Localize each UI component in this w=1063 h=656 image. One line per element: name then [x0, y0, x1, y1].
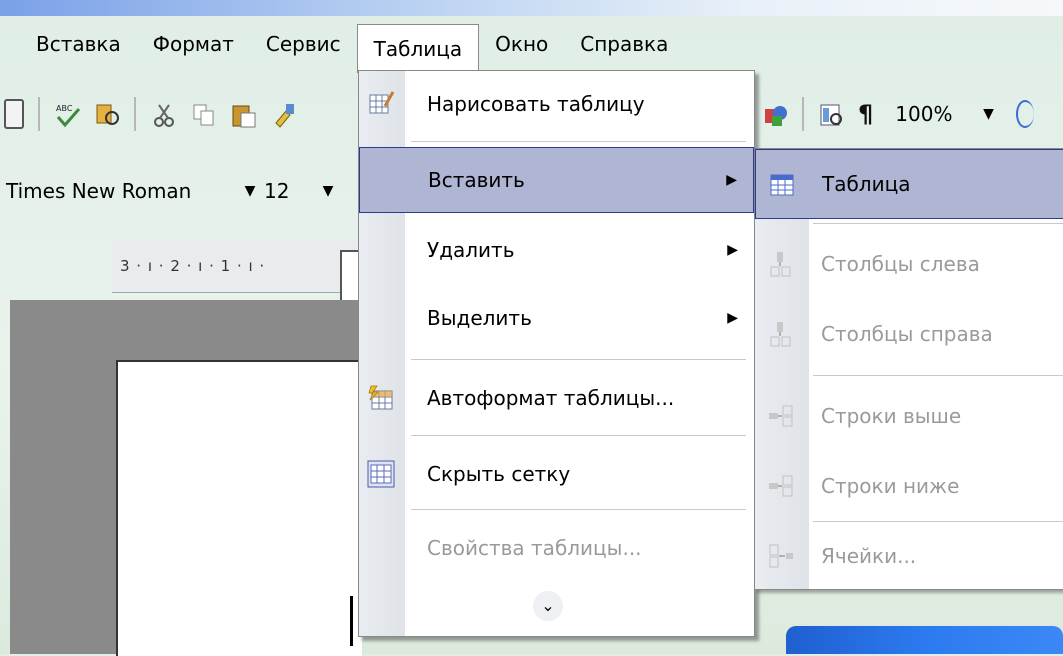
menu-item-table-properties[interactable]: Свойства таблицы...	[359, 515, 754, 581]
zoom-dropdown-icon[interactable]: ▼	[974, 106, 1002, 122]
menu-format[interactable]: Формат	[137, 20, 250, 68]
columns-left-icon	[770, 252, 791, 277]
menu-item-label: Выделить	[427, 306, 532, 330]
submenu-item-label: Таблица	[822, 172, 911, 196]
font-size-dropdown-icon[interactable]: ▼	[314, 183, 342, 199]
menu-separator	[813, 375, 1063, 376]
menu-bar: Вставка Формат Сервис Таблица Окно Справ…	[0, 16, 760, 73]
menu-tools[interactable]: Сервис	[250, 20, 357, 68]
research-icon[interactable]	[94, 101, 120, 127]
font-name-box[interactable]: Times New Roman	[0, 179, 236, 203]
submenu-arrow-icon: ▶	[727, 310, 738, 326]
help-icon[interactable]	[1016, 100, 1035, 128]
font-name-dropdown-icon[interactable]: ▼	[236, 183, 264, 199]
menu-item-label: Скрыть сетку	[427, 462, 571, 486]
autoformat-table-icon	[368, 385, 393, 410]
font-name-value: Times New Roman	[6, 179, 192, 203]
menu-insert[interactable]: Вставка	[20, 20, 137, 68]
format-painter-icon[interactable]	[270, 101, 296, 128]
menu-separator	[411, 509, 746, 510]
standard-toolbar-right: ¶ 100% ▼	[762, 82, 1063, 146]
drawing-icon[interactable]	[762, 101, 788, 127]
menu-item-draw-table[interactable]: Нарисовать таблицу	[359, 71, 754, 137]
menu-table-label: Таблица	[373, 36, 463, 61]
cells-icon	[769, 544, 793, 568]
zoom-select[interactable]: 100%	[887, 98, 960, 130]
spelling-icon[interactable]: ABC	[54, 101, 81, 128]
toolbar-separator	[802, 97, 804, 131]
menu-separator	[411, 435, 746, 436]
menu-window[interactable]: Окно	[479, 20, 564, 68]
ruler-scale: 3 · ı · 2 · ı · 1 · ı ·	[120, 257, 266, 275]
formatting-toolbar: Times New Roman ▼ 12 ▼	[0, 156, 360, 226]
window-top-strip	[0, 0, 1063, 16]
expand-menu-icon[interactable]: ⌄	[533, 591, 563, 621]
menu-item-label: Автоформат таблицы...	[427, 386, 675, 410]
document-page[interactable]	[116, 360, 362, 656]
print-preview-icon[interactable]	[4, 99, 24, 129]
submenu-item-columns-right[interactable]: Столбцы справа	[755, 299, 1063, 369]
menu-tools-label: Сервис	[265, 32, 341, 56]
submenu-arrow-icon: ▶	[726, 172, 737, 188]
menu-item-insert[interactable]: Вставить ▶	[359, 147, 754, 213]
menu-item-hide-gridlines[interactable]: Скрыть сетку	[359, 441, 754, 507]
menu-item-autoformat[interactable]: Автоформат таблицы...	[359, 365, 754, 431]
font-size-value: 12	[264, 179, 290, 203]
copy-icon[interactable]	[190, 101, 216, 127]
toolbar-separator	[134, 97, 136, 131]
insert-table-icon	[770, 174, 794, 196]
submenu-item-cells[interactable]: Ячейки...	[755, 521, 1063, 591]
submenu-item-columns-left[interactable]: Столбцы слева	[755, 229, 1063, 299]
font-size-box[interactable]: 12	[264, 179, 314, 203]
submenu-item-label: Строки ниже	[821, 474, 960, 498]
document-map-icon[interactable]	[818, 101, 844, 127]
menu-item-label: Вставить	[428, 168, 525, 192]
menu-separator	[813, 223, 1063, 224]
submenu-item-label: Ячейки...	[821, 544, 917, 568]
draw-table-icon	[369, 91, 395, 114]
insert-submenu: Таблица Столбцы слева Столбцы справа Стр…	[754, 148, 1063, 590]
cut-icon[interactable]	[150, 101, 176, 127]
submenu-item-table[interactable]: Таблица	[755, 149, 1063, 219]
menu-item-label: Удалить	[427, 238, 515, 262]
toolbar-separator	[38, 97, 40, 131]
rows-below-icon	[769, 475, 793, 497]
expand-glyph: ⌄	[541, 596, 555, 615]
horizontal-ruler[interactable]: 3 · ı · 2 · ı · 1 · ı ·	[112, 240, 368, 293]
menu-help-label: Справка	[580, 32, 669, 56]
menu-format-label: Формат	[152, 32, 234, 56]
menu-item-label: Свойства таблицы...	[427, 536, 642, 560]
submenu-item-rows-below[interactable]: Строки ниже	[755, 451, 1063, 521]
submenu-item-label: Столбцы справа	[821, 322, 993, 346]
paste-icon[interactable]	[230, 101, 256, 128]
menu-insert-label: Вставка	[36, 32, 121, 56]
menu-separator	[411, 141, 746, 142]
zoom-value: 100%	[895, 102, 953, 126]
svg-text:ABC: ABC	[56, 104, 73, 113]
submenu-arrow-icon: ▶	[727, 242, 738, 258]
show-hide-icon[interactable]: ¶	[858, 100, 873, 128]
text-cursor	[350, 596, 353, 646]
taskbar-fragment	[786, 626, 1063, 654]
standard-toolbar: ABC	[0, 82, 364, 146]
columns-right-icon	[770, 322, 791, 347]
menu-item-label: Нарисовать таблицу	[427, 92, 645, 116]
submenu-item-label: Строки выше	[821, 404, 962, 428]
menu-item-delete[interactable]: Удалить ▶	[359, 217, 754, 283]
table-menu: Нарисовать таблицу Вставить ▶ Удалить ▶ …	[358, 70, 755, 637]
menu-table[interactable]: Таблица	[356, 23, 480, 73]
menu-separator	[411, 359, 746, 360]
menu-help[interactable]: Справка	[564, 20, 684, 68]
menu-item-select[interactable]: Выделить ▶	[359, 285, 754, 351]
menu-window-label: Окно	[495, 32, 549, 56]
submenu-item-rows-above[interactable]: Строки выше	[755, 381, 1063, 451]
hide-gridlines-icon	[367, 460, 395, 488]
rows-above-icon	[769, 405, 793, 427]
submenu-item-label: Столбцы слева	[821, 252, 980, 276]
